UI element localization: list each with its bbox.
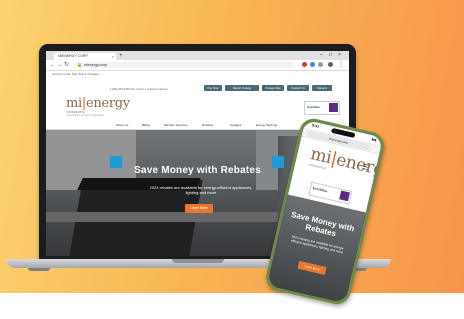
laptop-notch	[172, 259, 224, 263]
menu-kebab-icon[interactable]: ⋮	[338, 61, 344, 69]
everblue-text: EverBlue	[307, 105, 321, 109]
tab-title: MIENERGY CORP	[58, 54, 88, 58]
browser-tab[interactable]: MIENERGY CORP ×	[54, 53, 116, 60]
new-tab-button[interactable]: +	[119, 52, 123, 60]
reload-icon[interactable]: ↻	[64, 61, 69, 69]
hero-subtitle: 2024 rebates are available for energy-ef…	[149, 185, 253, 195]
profile-avatar[interactable]	[328, 62, 333, 67]
menu-item-member-services[interactable]: Member Services	[164, 122, 187, 128]
extension-icon[interactable]	[310, 62, 315, 67]
everblue-partner-logo[interactable]: EverBlue	[304, 101, 340, 115]
logo-partners: A Touchstone Energy® Cooperative	[66, 114, 104, 117]
logo-text: mi	[66, 96, 82, 111]
everblue-mark-icon	[339, 190, 350, 202]
extension-icon[interactable]	[318, 62, 323, 67]
maximize-icon[interactable]: □	[329, 52, 332, 59]
menu-item-about[interactable]: About Us	[116, 122, 128, 128]
contact-us-button[interactable]: Contact Us	[287, 85, 309, 91]
mienergy-logo[interactable]: mi|energy COOPERATIVE A Touchstone Energ…	[66, 97, 130, 117]
everblue-mark-icon	[329, 103, 338, 112]
menu-item-rebates[interactable]: Rebates	[202, 122, 213, 128]
phone-learn-more-button[interactable]: Learn More	[297, 260, 327, 275]
top-links: 1-800-428-5350 Pay Online Locations Care…	[110, 87, 168, 91]
url-field[interactable]: 🔒 mienergy.coop	[74, 62, 294, 68]
logo-text: energy	[85, 96, 130, 111]
menu-item-energy-savings[interactable]: Energy Savings	[256, 122, 277, 128]
minimize-icon[interactable]: –	[320, 52, 323, 59]
menu-item-outages[interactable]: Outages	[230, 122, 241, 128]
phone-time: 9:41	[311, 123, 320, 129]
report-outage-button[interactable]: Report Outage	[225, 85, 259, 91]
tab-close-icon[interactable]: ×	[112, 53, 114, 60]
url-text: mienergy.coop	[84, 63, 108, 67]
lock-icon: 🔒	[77, 62, 82, 67]
site-header: mi|energy COOPERATIVE A Touchstone Energ…	[46, 77, 349, 121]
laptop-foot	[28, 268, 50, 271]
close-window-icon[interactable]: ×	[338, 52, 341, 59]
mienergy-logo[interactable]: mi|energy COOPERATIVE	[308, 144, 383, 185]
forward-icon[interactable]: →	[57, 61, 63, 69]
address-bar: ← → ↻ 🔒 mienergy.coop ⋮	[46, 60, 349, 71]
extension-icon[interactable]	[302, 62, 307, 67]
signal-icon: ▮▮▮	[371, 137, 377, 143]
everblue-text: EverBlue	[312, 186, 328, 194]
browser-tabstrip: MIENERGY CORP × + – □ ×	[46, 51, 349, 60]
learn-more-button[interactable]: Learn More	[185, 204, 213, 213]
pay-now-button[interactable]: Pay Now	[204, 85, 222, 91]
outage-map-button[interactable]: Outage Map	[262, 85, 284, 91]
back-icon[interactable]: ←	[50, 61, 56, 69]
menu-item-billing[interactable]: Billing	[142, 122, 150, 128]
careers-button[interactable]: Careers	[312, 85, 332, 91]
